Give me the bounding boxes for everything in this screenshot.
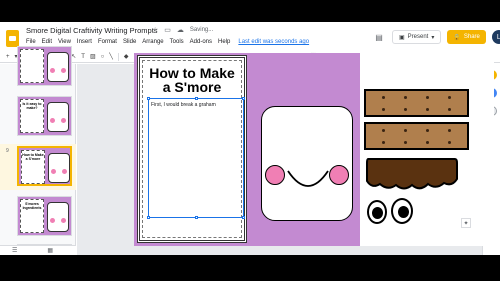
resize-handle[interactable] [195,97,198,100]
fill-color-icon[interactable]: ◆ [124,53,129,60]
thumbnail-marshmallow [47,52,69,82]
divider [117,52,119,61]
right-eye-piece[interactable] [391,198,413,224]
document-title[interactable]: Smore Digital Craftivity Writing Prompts [26,26,158,35]
cloud-sync-icon: ☁ [176,27,184,34]
graham-cracker-bottom[interactable] [364,122,469,150]
thumbnail-marshmallow [48,153,70,183]
present-icon: ▣ [399,34,405,41]
thumbnail-card: S'mores Ingredients [20,199,44,233]
present-button[interactable]: ▣ Present ▾ [392,30,442,44]
resize-handle[interactable] [242,216,245,219]
left-cheek [265,165,285,185]
filmstrip-footer: ☰ ▦ [0,245,76,255]
current-slide[interactable]: How to Make a S'more First, I would brea… [134,53,494,246]
share-label: Share [463,34,480,40]
grid-view-icon[interactable]: ▦ [47,247,53,254]
menu-insert[interactable]: Insert [77,39,92,45]
right-pupil [398,206,409,218]
cracker-dot [382,129,385,132]
thumbnail-marshmallow [47,102,69,132]
explore-icon[interactable]: ✦ [461,218,471,228]
menu-arrange[interactable]: Arrange [142,39,163,45]
menu-addons[interactable]: Add-ons [190,39,212,45]
cracker-dot [404,108,407,111]
thumbnail-marshmallow [47,202,69,232]
last-edit-link[interactable]: Last edit was seconds ago [238,39,309,45]
thumbnail-card: Is it easy to make? [20,99,44,133]
resize-handle[interactable] [147,97,150,100]
cracker-dot [448,96,451,99]
text-box-content[interactable]: First, I would break a graham [151,102,216,108]
chevron-down-icon: ▾ [431,34,435,41]
move-folder-icon[interactable]: ▭ [164,26,171,34]
text-box-icon[interactable]: T [81,54,85,60]
image-icon[interactable]: ▨ [90,53,96,60]
line-icon[interactable]: ╲ [109,53,113,60]
menu-tools[interactable]: Tools [170,39,184,45]
slide-thumbnail[interactable]: S'mores Ingredients [17,196,72,236]
title-icons: ☆ ▭ ☁ Saving... [152,26,213,34]
cracker-dot [448,129,451,132]
star-icon[interactable]: ☆ [152,26,158,34]
cracker-dot [382,108,385,111]
present-label: Present [407,34,429,40]
cracker-dot [382,141,385,144]
cracker-dot [404,141,407,144]
saving-status: Saving... [189,27,214,33]
thumbnail-card: How to Make a S'more [21,150,45,184]
app-root: Smore Digital Craftivity Writing Prompts… [0,0,500,281]
resize-handle[interactable] [195,216,198,219]
card-title: How to Make a S'more [140,66,244,94]
filmstrip-slide[interactable]: Is it easy to make? [0,94,76,140]
filmstrip-slide[interactable]: S'mores Ingredients [0,194,76,240]
share-button[interactable]: 🔒 Share [447,30,486,44]
filmstrip-slide[interactable] [0,44,76,90]
cracker-dot [404,129,407,132]
letterbox-top [0,0,500,22]
menu-format[interactable]: Format [98,39,117,45]
graham-cracker-top[interactable] [364,89,469,117]
marshmallow-piece[interactable] [261,106,353,221]
smile-icon [287,170,329,187]
list-view-icon[interactable]: ☰ [12,247,17,254]
shape-icon[interactable]: ○ [101,54,105,60]
slide-thumbnail[interactable] [17,46,72,86]
left-eye-piece[interactable] [367,200,387,224]
cracker-dot [448,141,451,144]
letterbox-bottom [0,255,500,281]
cracker-dot [426,96,429,99]
resize-handle[interactable] [242,97,245,100]
card-title-line2: a S'more [162,79,222,95]
chocolate-piece[interactable] [364,157,459,194]
slide-thumbnail[interactable]: Is it easy to make? [17,96,72,136]
text-box-selected[interactable]: First, I would break a graham [147,97,245,219]
cracker-dot [404,96,407,99]
lock-icon: 🔒 [453,34,461,41]
menu-slide[interactable]: Slide [123,39,136,45]
resize-handle[interactable] [147,216,150,219]
card-title-line1: How to Make [149,65,235,81]
slide-thumbnail[interactable]: How to Make a S'more [17,146,72,186]
filmstrip: Is it easy to make? 9 How to Make a S'mo… [0,46,76,255]
comments-icon[interactable]: ▤ [372,30,386,44]
thumbnail-card [20,49,44,83]
cracker-dot [426,129,429,132]
menu-help[interactable]: Help [218,39,230,45]
cracker-dot [448,108,451,111]
slide-background: How to Make a S'more First, I would brea… [134,53,360,246]
avatar[interactable]: L [491,30,500,44]
cracker-dot [426,108,429,111]
filmstrip-slide-selected[interactable]: 9 How to Make a S'more [0,144,76,190]
right-cheek [329,165,349,185]
header-actions: ▤ ▣ Present ▾ 🔒 Share L [372,30,500,44]
slide-number: 9 [6,148,9,154]
left-pupil [372,207,383,219]
writing-card: How to Make a S'more First, I would brea… [137,55,247,243]
cracker-dot [426,141,429,144]
cracker-dot [382,96,385,99]
